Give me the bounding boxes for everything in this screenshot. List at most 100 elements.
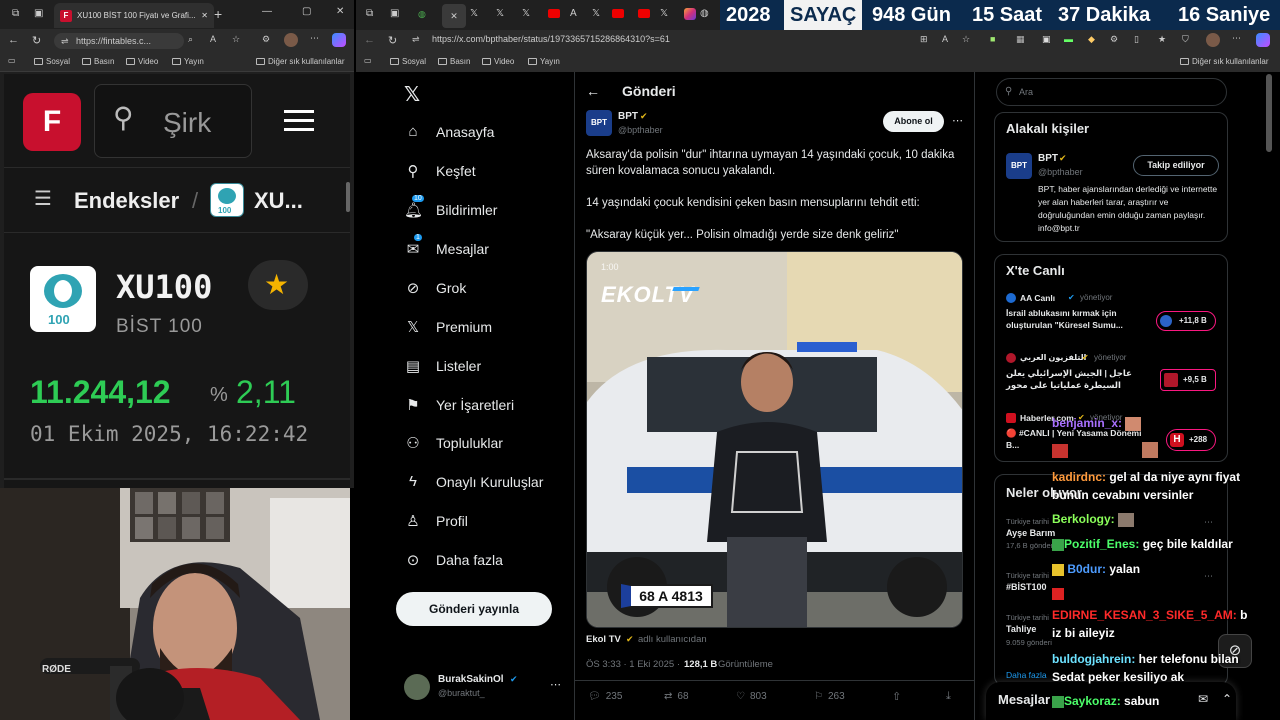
nav-premium[interactable]: 𝕏 Premium [404,318,492,336]
related-avatar[interactable]: BPT [1006,153,1032,179]
read-aloud-icon[interactable]: A [942,34,948,44]
youtube-tab-icon[interactable] [612,9,624,18]
tab-icon[interactable]: A [570,8,577,19]
tab-actions-icon[interactable]: ▣ [390,8,399,19]
x-tab-icon[interactable]: 𝕏 [522,8,530,19]
hamburger-menu-icon[interactable] [284,110,314,131]
post-button[interactable]: Gönderi yayınla [396,592,552,626]
nav-communities[interactable]: ⚇ Topluluklar [404,434,503,452]
nav-bookmarks[interactable]: ⚑ Yer İşaretleri [404,396,514,414]
favorite-button[interactable]: ★ [248,260,308,310]
extension-icon[interactable]: ▦ [1016,34,1025,45]
download-icon[interactable]: ⤓ [946,690,951,703]
like-button[interactable]: ♡ 803 [736,691,767,702]
tab-icon[interactable]: ◍ [700,8,709,19]
author-avatar[interactable]: BPT [586,110,612,136]
account-switcher[interactable]: BurakSakinOl ✔ @buraktut_ ⋯ [404,672,564,702]
x-logo-icon[interactable]: 𝕏 [404,82,420,107]
tab-fintables[interactable]: F XU100 BİST 100 Fiyatı ve Grafi... ✕ [54,3,214,28]
back-arrow-icon[interactable]: ← [586,83,600,99]
maximize-icon[interactable]: ▢ [302,6,311,17]
extension-icon[interactable]: ■ [990,34,995,44]
profile-avatar[interactable] [284,33,298,47]
minimize-icon[interactable]: — [262,6,272,17]
bookmark-other[interactable]: Diğer sık kullanılanlar [1180,57,1268,66]
copilot-icon[interactable] [332,33,346,47]
author-name[interactable]: BPT [618,111,638,122]
split-screen-icon[interactable]: ▯ [1134,34,1139,45]
search-input[interactable]: ⚲ Ara [996,78,1227,106]
copilot-icon[interactable] [1256,33,1270,47]
youtube-tab-icon[interactable] [638,9,650,18]
nav-lists[interactable]: ▤ Listeler [404,357,481,375]
live-item[interactable]: التلفزيون العربي ✔ yönetiyor عاجل | الجي… [1006,353,1221,403]
page-scrollbar[interactable] [1266,74,1272,152]
bookmark-sosyal[interactable]: Sosyal [390,57,426,66]
nav-messages[interactable]: ✉ 1 Mesajlar [404,234,489,258]
x-tab-icon[interactable]: 𝕏 [496,8,504,19]
reply-button[interactable]: 💬︎ 235 [588,691,622,702]
show-more-link[interactable]: Daha fazla [1006,670,1047,680]
x-tab-icon[interactable]: 𝕏 [592,8,600,19]
workspaces-icon[interactable]: ⧉ [366,8,373,19]
bookmark-sosyal[interactable]: Sosyal [34,57,70,66]
nav-home[interactable]: ⌂ Anasayfa [404,123,494,140]
bookmarks-menu-icon[interactable]: ▭ [364,56,372,65]
extension-icon[interactable]: ▬ [1064,34,1073,44]
post-video[interactable]: 1:00 EKOLTV 68 A 4813 [586,251,963,628]
breadcrumb-endeksler[interactable]: Endeksler [74,188,179,214]
nav-verified-orgs[interactable]: ϟ Onaylı Kuruluşlar [404,473,543,490]
browser-essentials-icon[interactable]: ⛉ [1182,34,1189,45]
extension-icon[interactable]: ▣ [1042,34,1051,45]
favorite-star-icon[interactable]: ☆ [232,34,240,45]
bookmark-other[interactable]: Diğer sık kullanılanlar [256,57,344,66]
more-menu-icon[interactable]: ⋯ [310,33,319,44]
post-time[interactable]: ÖS 3:33 · 1 Eki 2025 · [586,659,680,670]
app-available-icon[interactable]: ⊞ [920,34,928,45]
youtube-tab-icon[interactable] [548,9,560,18]
more-dots-icon[interactable]: ⋯ [952,114,963,127]
share-icon[interactable]: ⇧ [892,690,901,703]
search-box[interactable]: ⚲ Şirk [94,84,252,158]
nav-notifications[interactable]: 🔔︎ 10 Bildirimler [404,195,497,219]
repost-button[interactable]: ⇄ 68 [664,691,689,702]
favorite-star-icon[interactable]: ☆ [962,34,970,45]
extensions-icon[interactable]: ⚙ [262,34,270,45]
instagram-tab-icon[interactable] [684,8,696,20]
new-tab-icon[interactable]: + [214,6,222,22]
zoom-icon[interactable]: ⌕ [188,34,193,45]
subscribe-button[interactable]: Abone ol [883,111,944,132]
url-field[interactable]: https://x.com/bpthaber/status/1973365715… [432,34,670,44]
tab-icon[interactable]: ◍ [418,9,426,20]
nav-profile[interactable]: ♙ Profil [404,512,468,530]
fintables-logo[interactable]: F [23,93,81,151]
nav-explore[interactable]: ⚲ Keşfet [404,162,476,180]
back-icon[interactable]: ← [8,34,19,46]
workspaces-icon[interactable]: ⧉ [12,8,19,19]
read-aloud-icon[interactable]: A [210,34,216,44]
nav-grok[interactable]: ⊘ Grok [404,279,467,297]
reload-icon[interactable]: ↻ [32,34,41,47]
related-name[interactable]: BPT [1038,153,1058,164]
reload-icon[interactable]: ↻ [388,34,397,47]
bookmark-button[interactable]: ⚐ 263 [814,691,845,702]
bookmark-video[interactable]: Video [482,57,514,66]
bookmark-yayin[interactable]: Yayın [528,57,560,66]
bookmark-basin[interactable]: Basın [438,57,470,66]
source-name[interactable]: Ekol TV [586,634,621,645]
x-tab-icon[interactable]: 𝕏 [660,8,668,19]
active-tab[interactable]: ✕ [442,4,466,28]
favorites-icon[interactable]: ★ [1158,34,1166,45]
following-button[interactable]: Takip ediliyor [1133,155,1219,176]
close-tab-icon[interactable]: ✕ [201,11,208,20]
more-menu-icon[interactable]: ⋯ [1232,33,1241,44]
nav-more[interactable]: ⊙ Daha fazla [404,551,503,569]
bookmark-yayin[interactable]: Yayın [172,57,204,66]
bookmark-video[interactable]: Video [126,57,158,66]
x-tab-icon[interactable]: 𝕏 [470,8,478,19]
back-icon[interactable]: ← [364,34,375,46]
bookmarks-menu-icon[interactable]: ▭ [8,56,16,65]
profile-avatar[interactable] [1206,33,1220,47]
scrollbar[interactable] [346,182,350,212]
live-item[interactable]: AA Canlı ✔ yönetiyor İsrail ablukasını k… [1006,293,1221,343]
